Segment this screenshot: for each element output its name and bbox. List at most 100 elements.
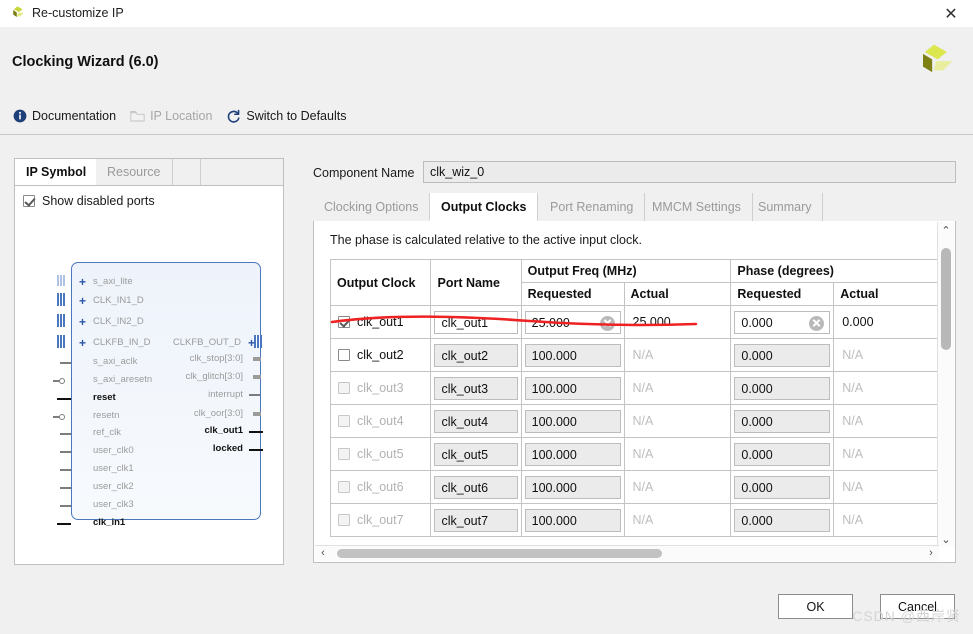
output-clock-checkbox[interactable]: clk_out1 xyxy=(331,315,430,329)
port-locked: locked xyxy=(212,443,243,454)
pin-interrupt xyxy=(249,394,260,396)
output-clock-checkbox[interactable]: clk_out2 xyxy=(331,348,430,362)
port-name-input[interactable]: clk_out3 xyxy=(434,376,518,400)
freq-requested-input[interactable]: 100.000 xyxy=(524,508,621,532)
scroll-down-icon[interactable]: ⌄ xyxy=(938,531,954,547)
info-icon xyxy=(13,109,27,123)
cell-phase-actual: N/A xyxy=(833,437,940,471)
cell-port-name: clk_out5 xyxy=(430,437,522,471)
port-user_clk1: user_clk1 xyxy=(93,463,134,474)
cell-output-clock: clk_out5 xyxy=(329,437,432,471)
table-row: clk_out1 clk_out1 25.000 25.000 0.000 0.000 xyxy=(329,305,940,339)
phase-requested-input[interactable]: 0.000 xyxy=(734,442,831,466)
th-phase-requested: Requested xyxy=(730,282,835,306)
inverted-pin-s_axi_aresetn xyxy=(59,378,65,384)
action-bar: Documentation IP Location Switch to Defa… xyxy=(8,105,351,127)
port-clk_in1: clk_in1 xyxy=(93,517,126,528)
port-name-input[interactable]: clk_out6 xyxy=(434,475,518,499)
phase-requested-input[interactable]: 0.000 xyxy=(734,508,831,532)
output-clock-label: clk_out2 xyxy=(357,348,404,362)
cell-phase-requested: 0.000 xyxy=(730,470,835,504)
close-icon[interactable]: ✕ xyxy=(929,0,973,27)
tab-mmcm-settings[interactable]: MMCM Settings xyxy=(641,193,753,221)
port-clk_in1_d: CLK_IN1_D xyxy=(93,295,144,306)
scroll-right-icon[interactable]: › xyxy=(923,545,939,561)
output-clock-checkbox: clk_out7 xyxy=(331,513,430,527)
port-clk_stop: clk_stop[3:0] xyxy=(189,353,243,364)
left-tab-filler xyxy=(178,159,201,185)
horizontal-scrollbar[interactable]: ‹ › xyxy=(315,545,939,561)
output-clock-label: clk_out7 xyxy=(357,513,404,527)
tab-clocking-options[interactable]: Clocking Options xyxy=(313,193,431,221)
page-title: Clocking Wizard (6.0) xyxy=(12,54,159,70)
phase-requested-input[interactable]: 0.000 xyxy=(734,343,831,367)
freq-requested-input[interactable]: 100.000 xyxy=(524,475,621,499)
table-row: clk_out2 clk_out2 100.000 N/A 0.000 N/A xyxy=(329,338,940,372)
ip-location-button[interactable]: IP Location xyxy=(125,108,217,124)
port-name-input[interactable]: clk_out1 xyxy=(434,310,518,334)
port-clkfb_in_d: CLKFB_IN_D xyxy=(93,337,151,348)
cell-freq-actual: N/A xyxy=(623,338,732,372)
vertical-scroll-thumb[interactable] xyxy=(941,248,951,350)
freq-actual-value: 25.000 xyxy=(632,315,671,329)
clear-freq-icon[interactable] xyxy=(599,315,615,331)
switch-to-defaults-button[interactable]: Switch to Defaults xyxy=(221,108,351,125)
pin-clk_in1 xyxy=(57,523,71,525)
freq-requested-input[interactable]: 100.000 xyxy=(524,376,621,400)
expand-icon-clkfb_out_d[interactable]: + xyxy=(248,337,255,349)
cell-port-name: clk_out3 xyxy=(430,371,522,405)
freq-requested-input[interactable]: 25.000 xyxy=(524,310,621,334)
checkbox-icon xyxy=(338,382,350,394)
freq-actual-value: N/A xyxy=(632,447,654,461)
port-name-input[interactable]: clk_out2 xyxy=(434,343,518,367)
cancel-button[interactable]: Cancel xyxy=(880,594,955,619)
tab-ip-symbol[interactable]: IP Symbol xyxy=(15,159,99,185)
tab-port-renaming[interactable]: Port Renaming xyxy=(539,193,646,221)
cell-port-name: clk_out1 xyxy=(430,305,522,339)
port-name-input[interactable]: clk_out7 xyxy=(434,508,518,532)
freq-requested-input[interactable]: 100.000 xyxy=(524,442,621,466)
pin-user_clk2 xyxy=(60,487,71,489)
port-name-input[interactable]: clk_out5 xyxy=(434,442,518,466)
clear-phase-icon[interactable] xyxy=(809,315,825,331)
pin-user_clk0 xyxy=(60,451,71,453)
tab-summary[interactable]: Summary xyxy=(747,193,824,221)
show-disabled-ports-checkbox[interactable]: Show disabled ports xyxy=(23,194,155,208)
expand-icon-s_axi_lite[interactable]: + xyxy=(79,276,86,288)
xilinx-logo-icon xyxy=(13,6,24,18)
scroll-left-icon[interactable]: ‹ xyxy=(315,545,331,561)
vertical-scrollbar[interactable]: ⌃ ⌄ xyxy=(937,222,954,547)
cell-freq-requested: 100.000 xyxy=(520,404,625,438)
freq-requested-input[interactable]: 100.000 xyxy=(524,409,621,433)
ok-button[interactable]: OK xyxy=(778,594,853,619)
expand-icon-clk_in2_d[interactable]: + xyxy=(79,316,86,328)
cell-phase-actual: N/A xyxy=(833,470,940,504)
freq-requested-input[interactable]: 100.000 xyxy=(524,343,621,367)
tab-resource[interactable]: Resource xyxy=(96,159,173,185)
window-title: Re-customize IP xyxy=(32,6,124,20)
component-name-input[interactable]: clk_wiz_0 xyxy=(423,161,956,183)
phase-requested-input[interactable]: 0.000 xyxy=(734,376,831,400)
ip-symbol-panel: IP Symbol Resource Show disabled ports +… xyxy=(14,158,284,565)
phase-requested-input[interactable]: 0.000 xyxy=(734,310,831,334)
th-output-freq: Output Freq (MHz) xyxy=(520,259,732,283)
phase-requested-input[interactable]: 0.000 xyxy=(734,409,831,433)
xilinx-logo-icon xyxy=(923,44,953,73)
scroll-up-icon[interactable]: ⌃ xyxy=(938,222,954,238)
expand-icon-clkfb_in_d[interactable]: + xyxy=(79,337,86,349)
phase-requested-input[interactable]: 0.000 xyxy=(734,475,831,499)
port-name-input[interactable]: clk_out4 xyxy=(434,409,518,433)
expand-icon-clk_in1_d[interactable]: + xyxy=(79,295,86,307)
port-clk_oor: clk_oor[3:0] xyxy=(193,408,243,419)
th-freq-requested: Requested xyxy=(520,282,625,306)
cell-freq-requested: 100.000 xyxy=(520,437,625,471)
tab-output-clocks[interactable]: Output Clocks xyxy=(429,193,539,221)
cell-output-clock: clk_out1 xyxy=(329,305,432,339)
output-clock-label: clk_out4 xyxy=(357,414,404,428)
cell-port-name: clk_out2 xyxy=(430,338,522,372)
output-clock-checkbox: clk_out4 xyxy=(331,414,430,428)
documentation-button[interactable]: Documentation xyxy=(8,108,121,124)
horizontal-scroll-thumb[interactable] xyxy=(337,549,662,558)
cell-phase-requested: 0.000 xyxy=(730,437,835,471)
switch-to-defaults-label: Switch to Defaults xyxy=(246,109,347,123)
